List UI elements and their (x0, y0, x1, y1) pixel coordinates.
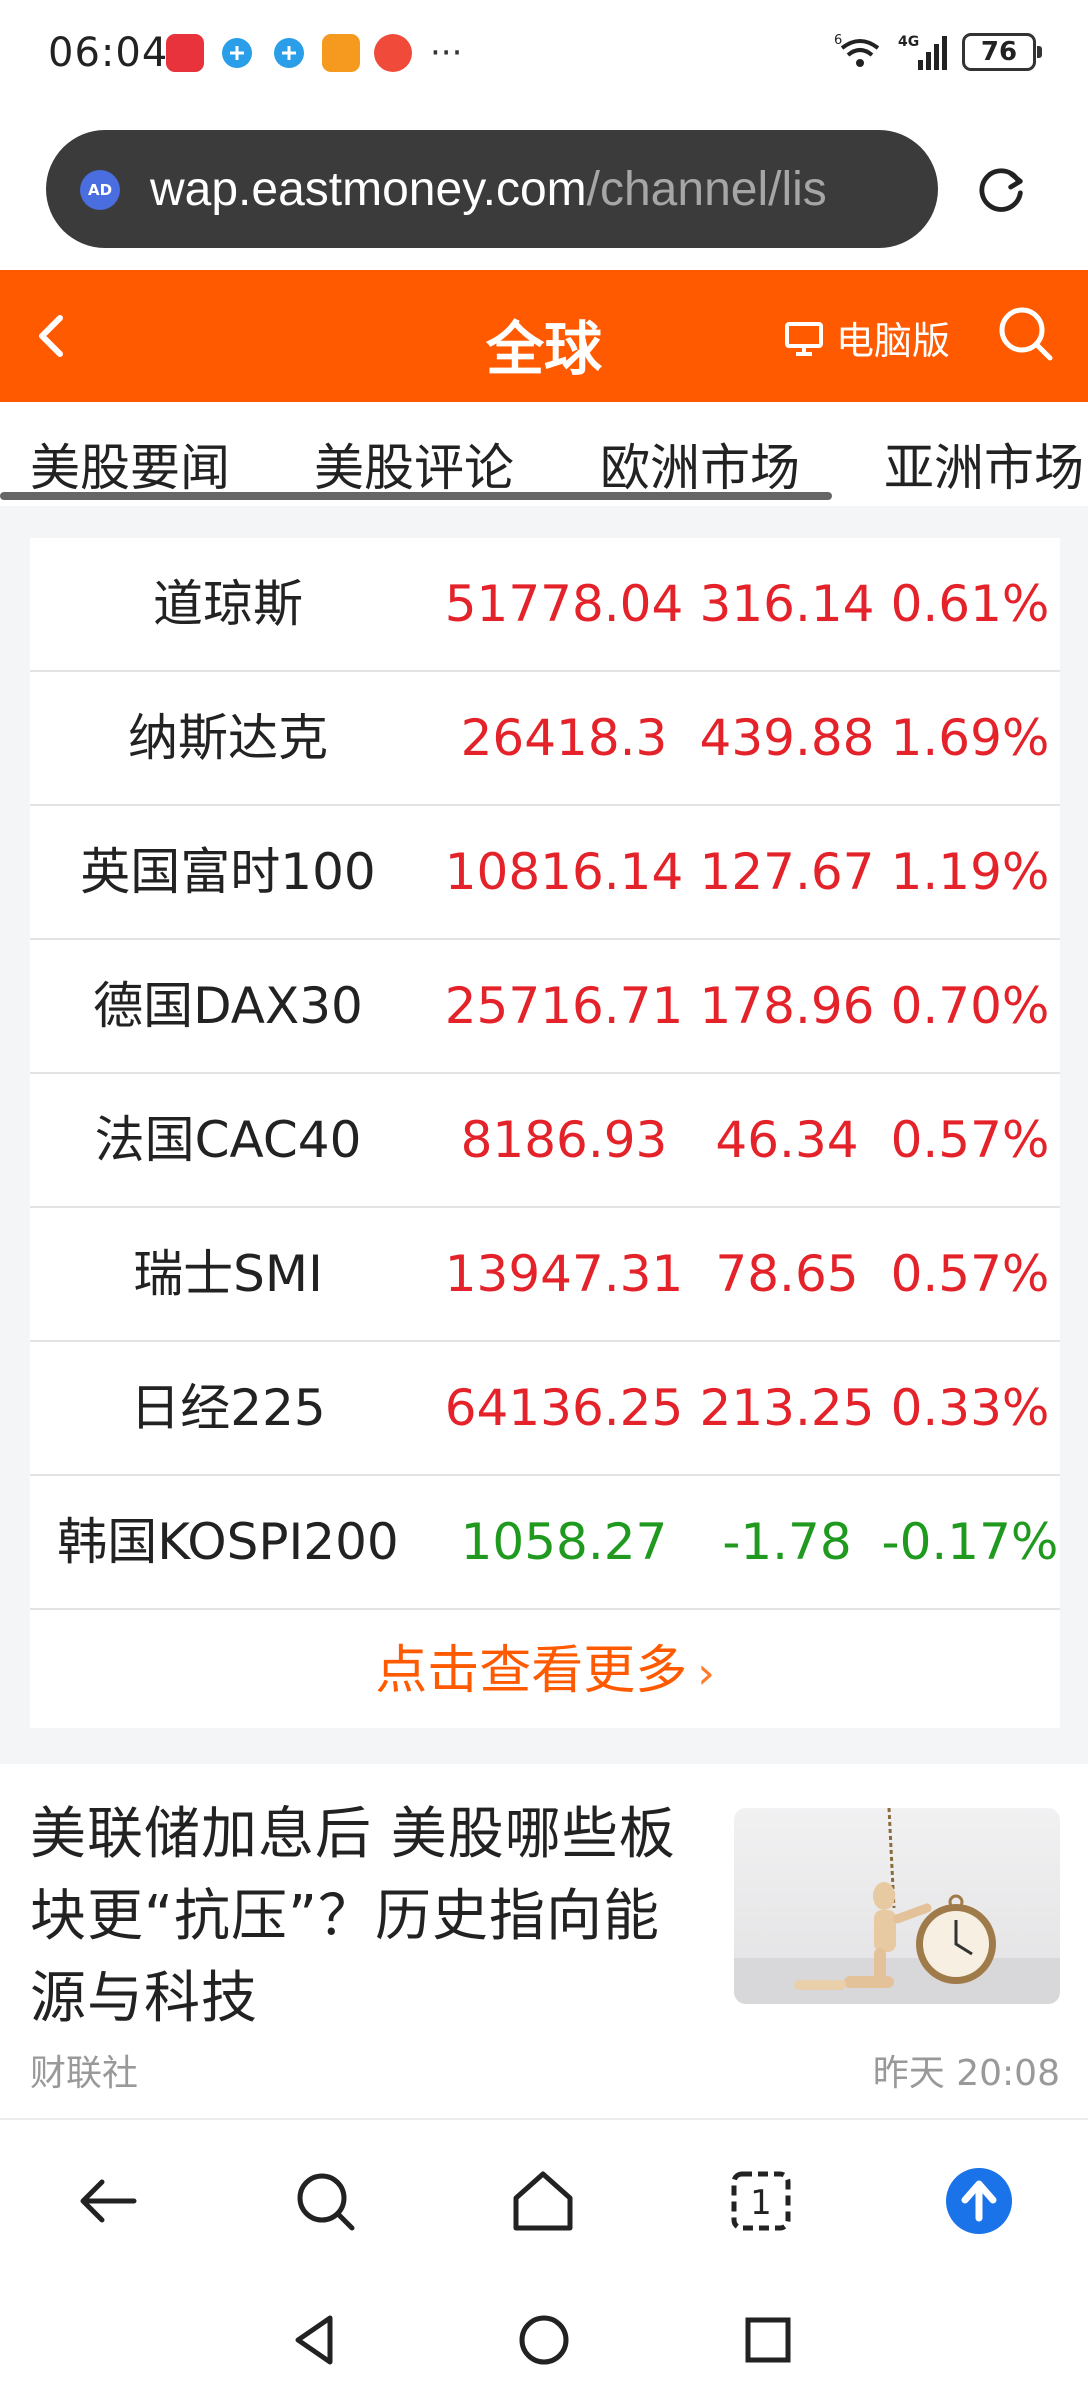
index-row[interactable]: 道琼斯 51778.04 316.14 0.61% (30, 538, 1060, 672)
game-app-icon (322, 34, 360, 72)
tabs-button[interactable]: 1 (726, 2166, 796, 2236)
index-percent: 0.57% (890, 1111, 1050, 1169)
view-more-link[interactable]: 点击查看更多 › (30, 1614, 1060, 1728)
index-name: 日经225 (130, 1379, 326, 1437)
search-icon[interactable] (996, 304, 1056, 364)
cellular-signal-icon: 4G (898, 34, 947, 70)
index-value: 13947.31 (444, 1245, 684, 1303)
url-domain: wap.eastmoney.com (150, 163, 587, 216)
index-name: 德国DAX30 (93, 977, 363, 1035)
search-icon[interactable] (290, 2166, 360, 2236)
tab-europe-market[interactable]: 欧洲市场 (600, 428, 800, 500)
back-arrow-icon[interactable] (26, 308, 82, 364)
index-name: 韩国KOSPI200 (57, 1513, 399, 1571)
index-name: 道琼斯 (153, 575, 303, 633)
upload-icon[interactable] (944, 2166, 1014, 2236)
index-value: 10816.14 (444, 843, 684, 901)
index-percent: 0.57% (890, 1245, 1050, 1303)
tab-scroll-indicator (0, 492, 832, 500)
index-percent: 0.70% (890, 977, 1050, 1035)
index-row[interactable]: 瑞士SMI 13947.31 78.65 0.57% (30, 1208, 1060, 1342)
wifi-icon: 6 (834, 33, 880, 67)
news-title[interactable]: 美联储加息后 美股哪些板块更“抗压”？历史指向能源与科技 (30, 1794, 710, 2040)
url-path: /channel/lis (586, 163, 827, 216)
news-item[interactable]: 美联储加息后 美股哪些板块更“抗压”？历史指向能源与科技 财联社 昨天 20:0… (0, 1764, 1088, 2120)
index-percent: 1.69% (890, 709, 1050, 767)
index-value: 1058.27 (460, 1513, 668, 1571)
index-row[interactable]: 纳斯达克 26418.3 439.88 1.69% (30, 672, 1060, 806)
tab-asia-market[interactable]: 亚洲市场 (884, 428, 1084, 500)
index-change: -1.78 (722, 1513, 852, 1571)
wooden-figure-pocket-watch-image (734, 1808, 1060, 2004)
index-value: 25716.71 (444, 977, 684, 1035)
index-name: 瑞士SMI (133, 1245, 323, 1303)
index-value: 26418.3 (460, 709, 668, 767)
index-percent: 0.33% (890, 1379, 1050, 1437)
nav-home-icon[interactable] (514, 2310, 574, 2370)
tab-count: 1 (750, 2183, 772, 2223)
nav-recents-icon[interactable] (738, 2310, 798, 2370)
index-row[interactable]: 韩国KOSPI200 1058.27 -1.78 -0.17% (30, 1476, 1060, 1610)
home-icon[interactable] (508, 2166, 578, 2236)
index-change: 213.25 (699, 1379, 875, 1437)
index-row[interactable]: 日经225 64136.25 213.25 0.33% (30, 1342, 1060, 1476)
network-type: 4G (898, 34, 919, 50)
index-change: 178.96 (699, 977, 875, 1035)
index-value: 8186.93 (460, 1111, 668, 1169)
app-notification-icon (222, 38, 252, 68)
battery-indicator: 76 (962, 33, 1042, 71)
monitor-icon (785, 321, 823, 356)
index-change: 127.67 (699, 843, 875, 901)
pc-version-button[interactable]: 电脑版 (784, 310, 950, 365)
tabs-icon: 1 (731, 2171, 791, 2231)
index-name: 纳斯达克 (128, 709, 328, 767)
tab-us-stock-comments[interactable]: 美股评论 (314, 428, 514, 500)
url-text[interactable]: wap.eastmoney.com/channel/lis (150, 162, 827, 217)
index-name: 法国CAC40 (94, 1111, 362, 1169)
system-nav-bar (0, 2280, 1088, 2400)
refresh-icon[interactable] (972, 160, 1030, 218)
index-change: 439.88 (699, 709, 875, 767)
news-source: 财联社 (30, 2053, 139, 2094)
page-header: 全球 电脑版 (0, 270, 1088, 402)
index-row[interactable]: 英国富时100 10816.14 127.67 1.19% (30, 806, 1060, 940)
index-change: 78.65 (715, 1245, 859, 1303)
index-percent: 1.19% (890, 843, 1050, 901)
view-more-label: 点击查看更多 (375, 1641, 688, 1701)
browser-toolbar: 1 (0, 2120, 1088, 2280)
url-bar[interactable]: AD wap.eastmoney.com/channel/lis (46, 130, 938, 248)
index-value: 51778.04 (444, 575, 684, 633)
index-name: 英国富时100 (80, 843, 376, 901)
ad-block-icon[interactable]: AD (80, 170, 120, 210)
index-percent: -0.17% (881, 1513, 1059, 1571)
nav-back-icon[interactable] (286, 2310, 346, 2370)
index-change: 316.14 (699, 575, 875, 633)
status-right: 6 4G 76 (834, 32, 1042, 72)
notification-icons: ··· (166, 34, 462, 72)
index-value: 64136.25 (444, 1379, 684, 1437)
global-indices-card: 道琼斯 51778.04 316.14 0.61% 纳斯达克 26418.3 4… (30, 538, 1060, 1728)
back-arrow-icon[interactable] (74, 2166, 144, 2236)
chevron-right-icon: › (697, 1648, 715, 1699)
more-notifications-icon: ··· (430, 33, 463, 73)
status-bar: 06:04 ··· 6 4G 76 (0, 0, 1088, 112)
tab-us-stock-news[interactable]: 美股要闻 (30, 428, 230, 500)
pc-version-label: 电脑版 (836, 319, 951, 363)
index-row[interactable]: 德国DAX30 25716.71 178.96 0.70% (30, 940, 1060, 1074)
news-thumbnail-image[interactable] (734, 1808, 1060, 2004)
network-sup: 6 (834, 33, 842, 48)
category-tabs: 美股要闻 美股评论 欧洲市场 亚洲市场 (0, 402, 1088, 506)
news-time: 昨天 20:08 (872, 2053, 1060, 2094)
app-notification-icon (166, 34, 204, 72)
index-change: 46.34 (715, 1111, 859, 1169)
index-percent: 0.61% (890, 575, 1050, 633)
status-time: 06:04 (48, 30, 169, 76)
app-notification-icon (274, 38, 304, 68)
index-row[interactable]: 法国CAC40 8186.93 46.34 0.57% (30, 1074, 1060, 1208)
app-notification-icon (374, 34, 412, 72)
